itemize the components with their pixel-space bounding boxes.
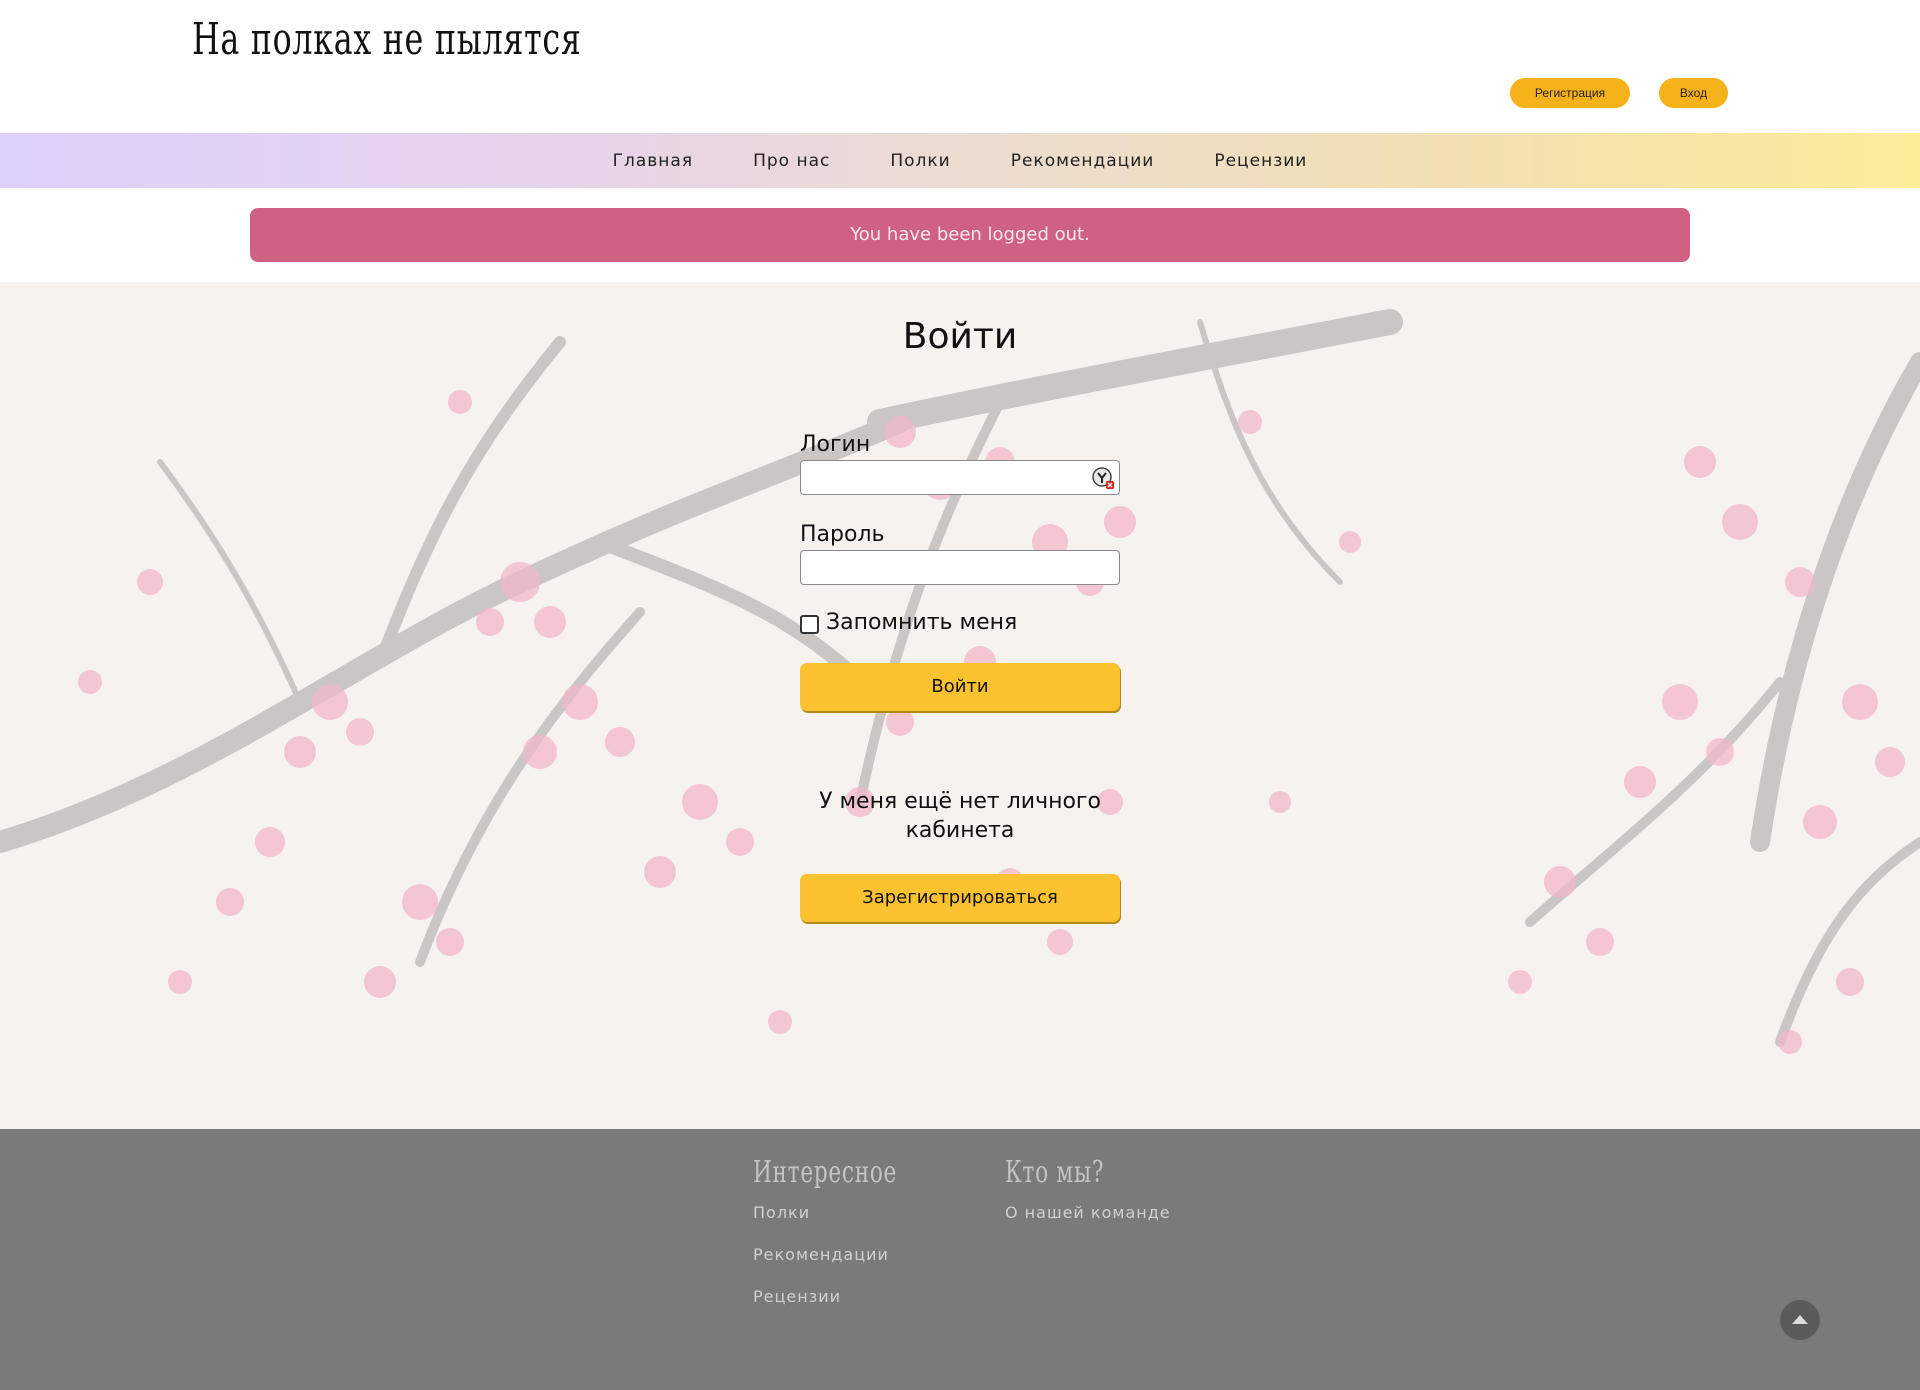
login-input[interactable] [800,460,1120,495]
password-input[interactable] [800,550,1120,585]
login-button[interactable]: Вход [1659,78,1728,108]
login-submit-button[interactable]: Войти [800,663,1120,711]
footer-link-reviews[interactable]: Рецензии [753,1287,841,1306]
nav-item-home[interactable]: Главная [613,151,693,171]
nav-item-recommendations[interactable]: Рекомендации [1011,151,1155,171]
site-header: На полках не пылятся Регистрация Вход [0,0,1920,133]
nav-item-reviews[interactable]: Рецензии [1214,151,1307,171]
site-title[interactable]: На полках не пылятся [192,14,582,65]
footer-heading-interesting: Интересное [753,1155,898,1190]
register-button[interactable]: Регистрация [1510,78,1630,108]
no-account-text: У меня ещё нет личного кабинета [819,789,1101,843]
password-label: Пароль [800,522,885,547]
main-content: Войти Логин Пароль Запомнить меня Войти … [0,282,1920,1129]
login-title: Войти [902,316,1018,357]
nav-item-about[interactable]: Про нас [753,151,830,171]
site-footer: Интересное Полки Рекомендации Рецензии К… [0,1129,1920,1390]
password-manager-icon[interactable] [1091,466,1115,490]
footer-link-shelves[interactable]: Полки [753,1203,810,1222]
chevron-up-icon [1792,1315,1808,1324]
remember-me-label[interactable]: Запомнить меня [826,610,1017,635]
footer-heading-who-we-are: Кто мы? [1005,1155,1105,1190]
nav-item-shelves[interactable]: Полки [890,151,950,171]
logout-alert: You have been logged out. [250,208,1690,262]
scroll-to-top-button[interactable] [1780,1300,1820,1340]
main-nav: Главная Про нас Полки Рекомендации Рецен… [0,133,1920,188]
login-label: Логин [800,432,871,457]
footer-link-recommendations[interactable]: Рекомендации [753,1245,889,1264]
footer-link-team[interactable]: О нашей команде [1005,1203,1171,1222]
remember-me-checkbox[interactable] [800,615,819,634]
register-page-button[interactable]: Зарегистрироваться [800,874,1120,922]
